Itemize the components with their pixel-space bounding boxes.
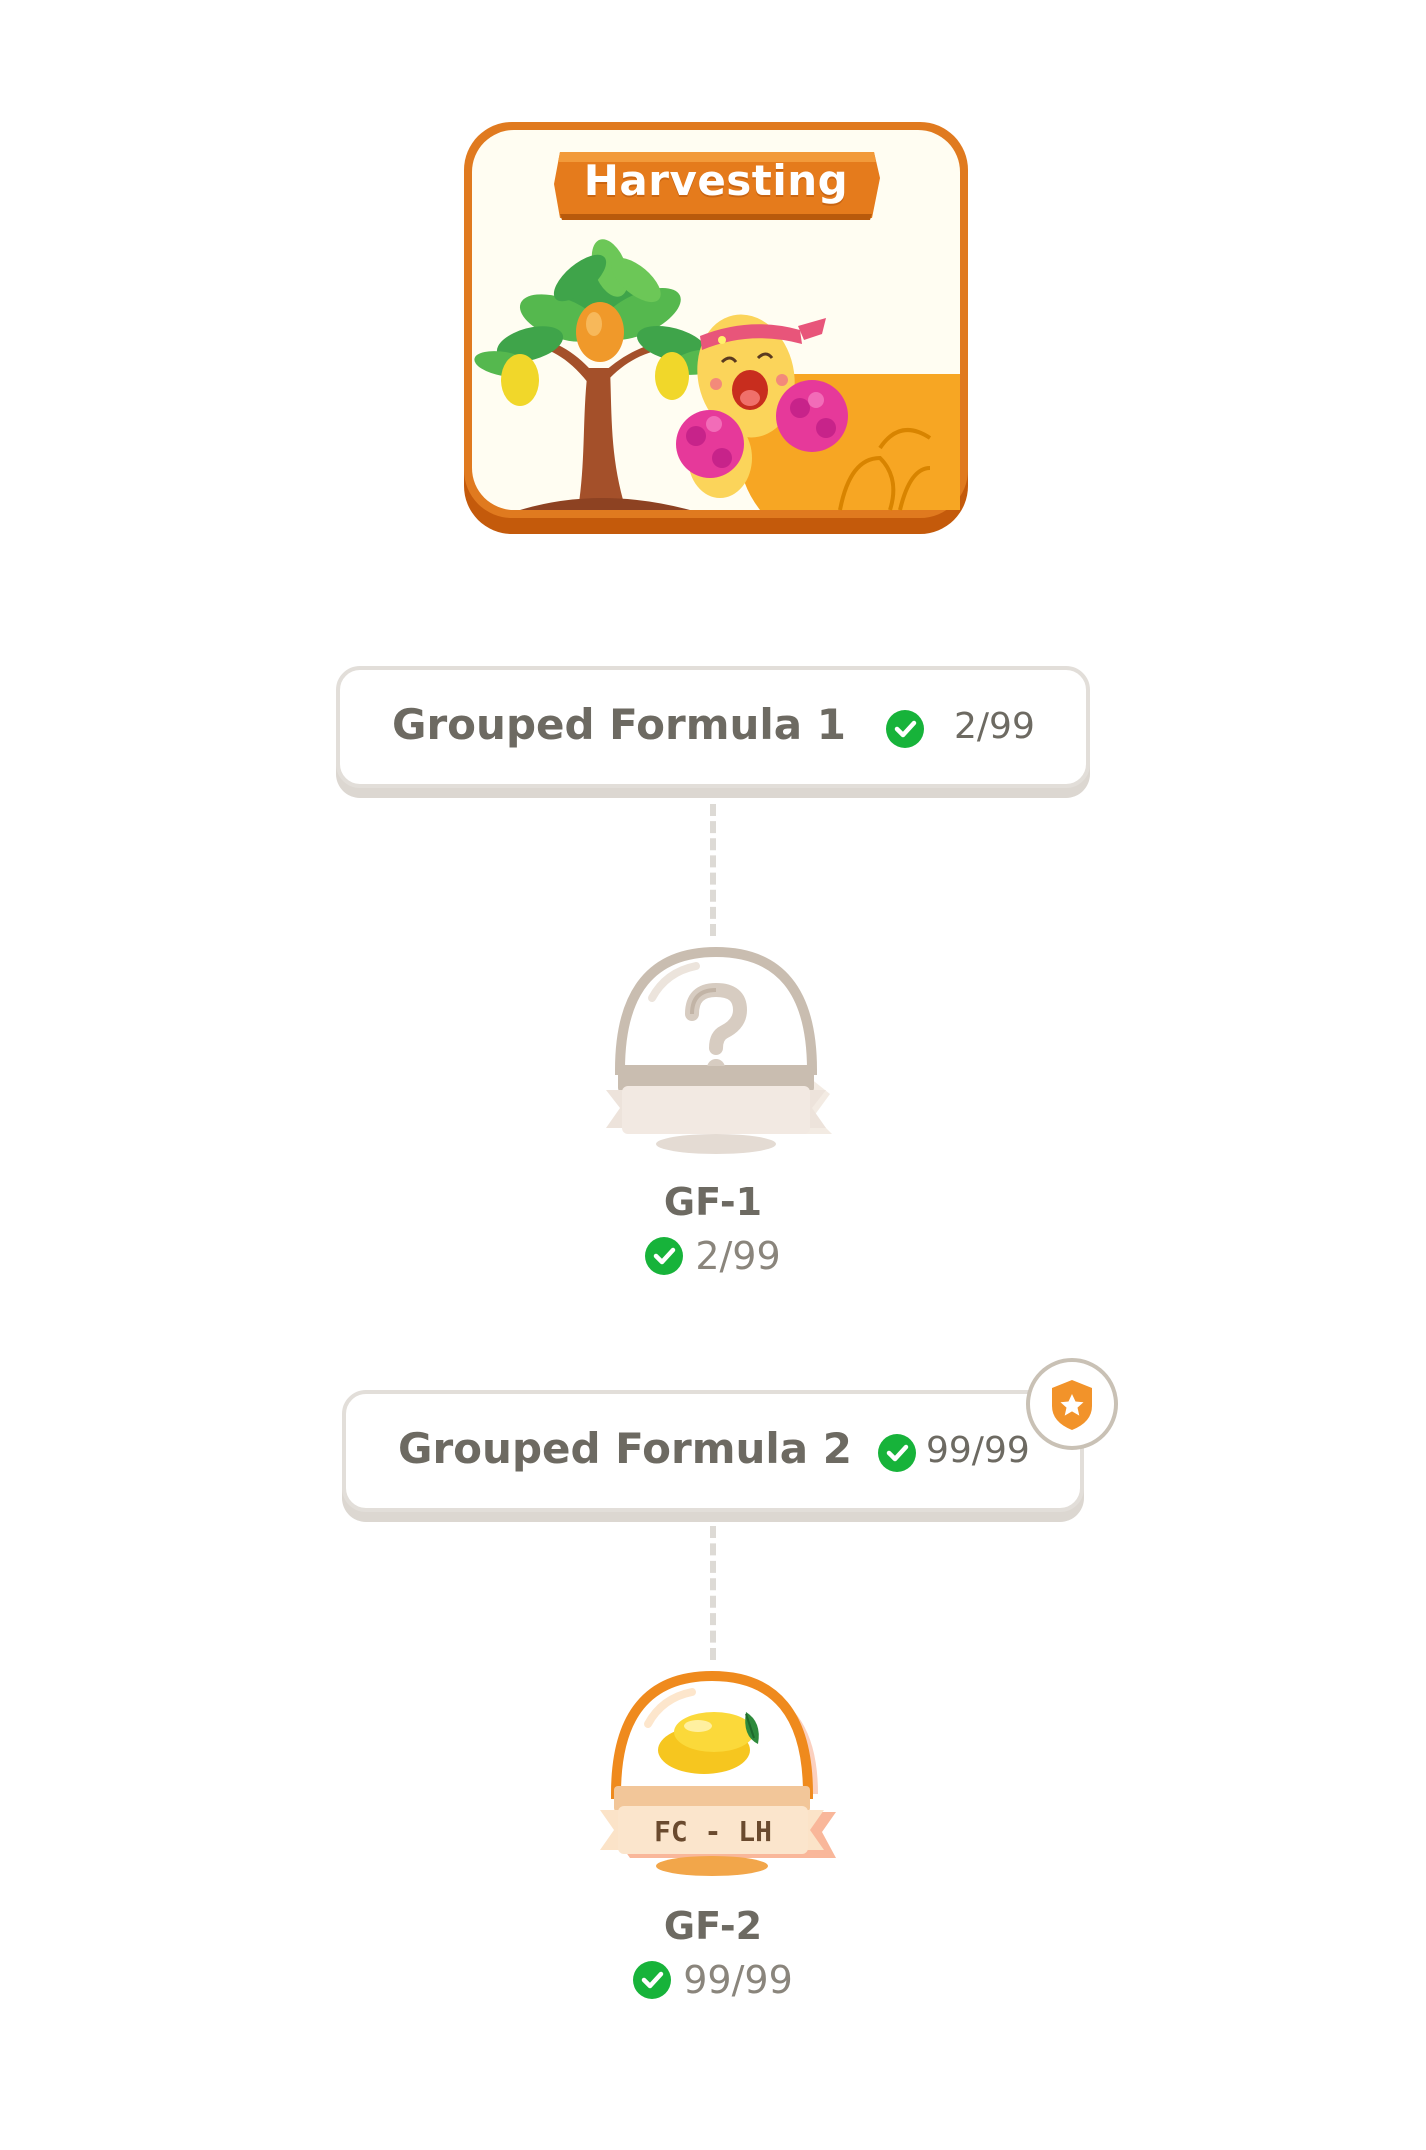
connector-line	[710, 1526, 716, 1660]
check-circle-icon	[878, 1434, 916, 1472]
group-card-1[interactable]: Grouped Formula 1 2/99	[336, 666, 1090, 788]
harvesting-banner[interactable]: Harvesting	[460, 118, 972, 538]
group-progress-count: 2/99	[954, 706, 1035, 747]
connector-line	[710, 804, 716, 936]
group-card-2[interactable]: Grouped Formula 2 99/99	[342, 1390, 1084, 1512]
group-title: Grouped Formula 1	[392, 700, 846, 749]
banner-title: Harvesting	[583, 156, 849, 205]
shield-star-icon	[1052, 1380, 1092, 1430]
node-progress-count: 2/99	[695, 1234, 781, 1278]
group-progress-count: 99/99	[926, 1430, 1030, 1471]
node-progress: 2/99	[513, 1234, 913, 1278]
node-progress: 99/99	[513, 1958, 913, 2002]
node-label: GF-2	[663, 1904, 763, 1948]
node-progress-count: 99/99	[683, 1958, 793, 2002]
node-emblem-mango[interactable]: FC - LH	[586, 1662, 846, 1882]
group-title: Grouped Formula 2	[398, 1424, 852, 1473]
shield-badge[interactable]	[1026, 1358, 1118, 1450]
check-circle-icon	[645, 1237, 684, 1275]
node-label: GF-1	[663, 1180, 763, 1224]
check-circle-icon	[633, 1961, 672, 1999]
check-circle-icon	[886, 710, 924, 748]
ribbon-text: FC - LH	[654, 1815, 772, 1848]
node-emblem-locked[interactable]	[586, 938, 846, 1158]
